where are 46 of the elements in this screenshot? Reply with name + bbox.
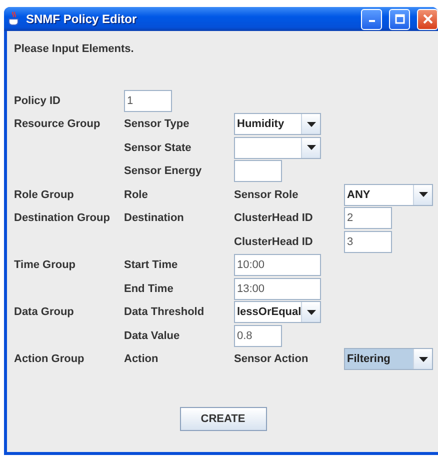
dropdown[interactable]: ANY [344, 184, 433, 206]
field-label: Action [124, 353, 160, 366]
coffee-cup-icon [7, 11, 21, 27]
field-label: Destination Group [14, 212, 111, 224]
field-label: Start Time [124, 259, 179, 272]
field-label: Role Group [14, 188, 75, 201]
caret-icon [418, 192, 428, 198]
caret-icon [306, 145, 316, 150]
field-label: Sensor Action [234, 353, 310, 366]
create-button[interactable]: CREATE [180, 407, 266, 431]
field-label: ClusterHead ID [234, 212, 314, 224]
instruction-text: Please Input Elements. [14, 43, 135, 57]
dropdown[interactable]: lessOrEqual [234, 301, 321, 324]
field-label: Time Group [14, 259, 77, 272]
input-field[interactable]: 0.8 [234, 324, 282, 347]
close-button[interactable] [417, 8, 438, 30]
field-label: Sensor Role [234, 188, 300, 201]
caret-icon [306, 310, 316, 315]
field-label: Role [124, 188, 149, 201]
close-icon [422, 14, 432, 24]
input-field[interactable]: 10:00 [234, 254, 321, 276]
input-field[interactable]: 1 [124, 90, 172, 112]
field-label: Sensor Energy [124, 165, 203, 178]
dropdown[interactable]: Filtering [344, 348, 433, 370]
maximize-icon [394, 14, 404, 24]
field-label: Action Group [14, 353, 86, 366]
field-label: Data Threshold [124, 306, 206, 318]
field-label: Destination [124, 212, 185, 224]
field-label: Resource Group [14, 118, 102, 130]
input-field[interactable]: 3 [344, 230, 392, 253]
input-field[interactable]: 13:00 [234, 278, 321, 300]
caret-icon [306, 122, 316, 127]
field-label: Sensor State [124, 142, 192, 154]
input-field[interactable]: 2 [344, 207, 392, 230]
minimize-button[interactable] [361, 8, 382, 30]
field-label: ClusterHead ID [234, 236, 314, 248]
maximize-button[interactable] [389, 8, 410, 30]
field-label: Data Value [124, 330, 181, 342]
caret-icon [418, 356, 428, 362]
field-label: Policy ID [14, 94, 62, 107]
field-label: Data Group [14, 306, 75, 318]
input-field[interactable] [234, 160, 282, 182]
field-label: Sensor Type [124, 118, 190, 130]
dropdown[interactable]: Humidity [234, 113, 321, 136]
field-label: End Time [124, 282, 174, 295]
window-title: SNMF Policy Editor [26, 12, 138, 26]
